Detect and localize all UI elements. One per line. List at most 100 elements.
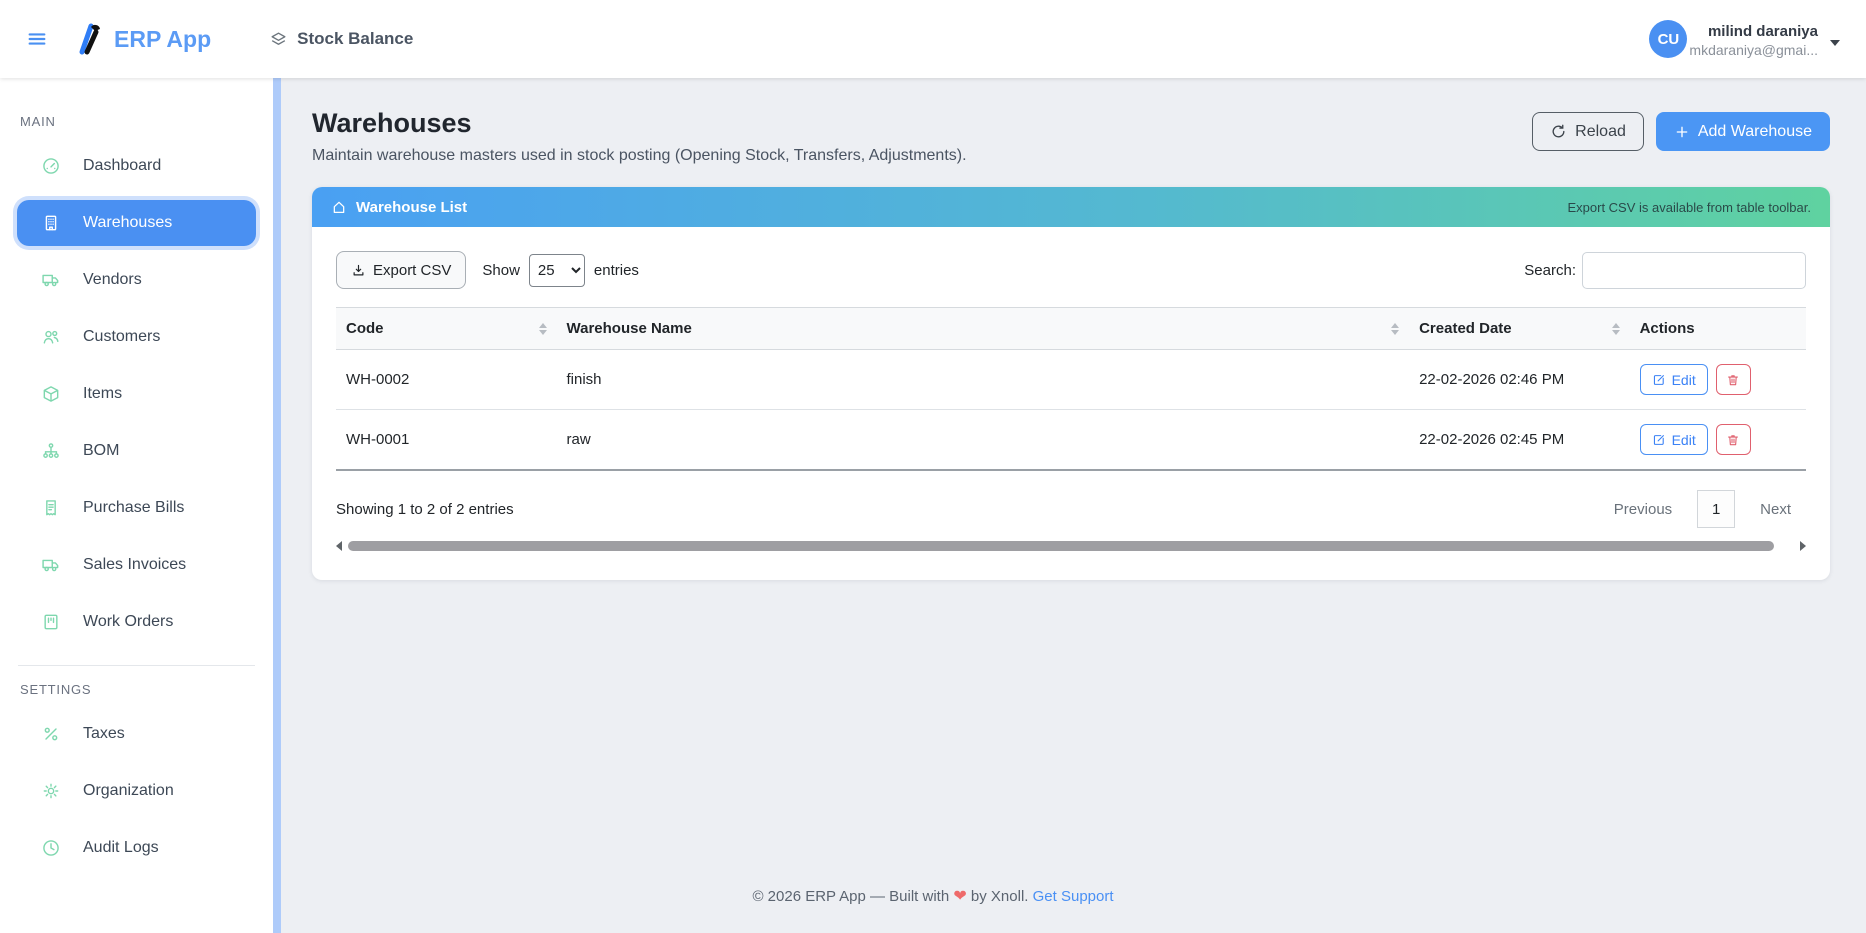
sidebar-item-label: Organization — [83, 782, 174, 800]
sidebar-item-items[interactable]: Items — [17, 371, 256, 417]
main-content: Warehouses Maintain warehouse masters us… — [281, 78, 1866, 933]
column-header-code[interactable]: Code — [336, 308, 557, 350]
sidebar-item-label: Purchase Bills — [83, 499, 184, 517]
user-info: milind daraniya mkdaraniya@gmai... — [1689, 23, 1818, 59]
delete-button[interactable] — [1716, 364, 1751, 395]
cell-created-date: 22-02-2026 02:45 PM — [1409, 410, 1630, 471]
table-header-row: Code Warehouse Name Created Date — [336, 308, 1806, 350]
sidebar-item-sales-invoices[interactable]: Sales Invoices — [17, 542, 256, 588]
edit-button[interactable]: Edit — [1640, 424, 1708, 455]
cell-warehouse-name: raw — [557, 410, 1410, 471]
reload-label: Reload — [1575, 123, 1626, 141]
home-icon — [331, 199, 347, 215]
page-footer: © 2026 ERP App — Built with ❤ by Xnoll. … — [0, 886, 1866, 906]
entries-label: entries — [594, 262, 639, 279]
export-csv-button[interactable]: Export CSV — [336, 251, 466, 289]
sidebar-item-vendors[interactable]: Vendors — [17, 257, 256, 303]
previous-page-button[interactable]: Previous — [1599, 492, 1687, 527]
sidebar-item-audit-logs[interactable]: Audit Logs — [17, 825, 256, 871]
app-name: ERP App — [114, 26, 211, 53]
user-menu[interactable]: CU milind daraniya mkdaraniya@gmai... — [1649, 19, 1840, 59]
sidebar-item-label: Dashboard — [83, 157, 161, 175]
card-title: Warehouse List — [331, 199, 467, 216]
sidebar-item-label: Audit Logs — [83, 839, 159, 857]
page-title-block: Warehouses Maintain warehouse masters us… — [312, 108, 967, 165]
export-csv-label: Export CSV — [373, 262, 451, 279]
kanban-icon — [41, 612, 61, 632]
add-warehouse-button[interactable]: Add Warehouse — [1656, 112, 1830, 151]
cell-code: WH-0002 — [336, 350, 557, 410]
trash-icon — [1726, 373, 1740, 387]
cell-warehouse-name: finish — [557, 350, 1410, 410]
scroll-left-arrow[interactable] — [336, 541, 342, 551]
sidebar-scrollbar[interactable] — [273, 78, 281, 933]
get-support-link[interactable]: Get Support — [1033, 888, 1114, 905]
sidebar-item-label: Items — [83, 385, 122, 403]
hamburger-icon — [26, 28, 48, 50]
sidebar-item-customers[interactable]: Customers — [17, 314, 256, 360]
building-icon — [41, 213, 61, 233]
table-toolbar: Export CSV Show 25 entries Search: — [336, 251, 1806, 289]
cell-code: WH-0001 — [336, 410, 557, 471]
sidebar-section-settings: SETTINGS — [20, 682, 273, 697]
search-input[interactable] — [1582, 252, 1806, 289]
card-header-note: Export CSV is available from table toolb… — [1567, 200, 1811, 215]
trash-icon — [1726, 433, 1740, 447]
column-header-actions: Actions — [1630, 308, 1806, 350]
download-icon — [351, 263, 366, 278]
edit-button[interactable]: Edit — [1640, 364, 1708, 395]
card-title-label: Warehouse List — [356, 199, 467, 216]
page-size-select[interactable]: 25 — [529, 254, 585, 287]
sidebar-item-warehouses[interactable]: Warehouses — [17, 200, 256, 246]
sidebar-item-work-orders[interactable]: Work Orders — [17, 599, 256, 645]
sidebar-divider — [18, 665, 255, 666]
add-warehouse-label: Add Warehouse — [1698, 123, 1812, 141]
avatar: CU — [1649, 20, 1687, 58]
edit-label: Edit — [1672, 372, 1696, 388]
plus-icon — [1674, 124, 1690, 140]
next-page-button[interactable]: Next — [1745, 492, 1806, 527]
users-icon — [41, 327, 61, 347]
scrollbar-thumb[interactable] — [348, 541, 1774, 551]
show-label: Show — [482, 262, 520, 279]
breadcrumb: Stock Balance — [269, 29, 413, 49]
sitemap-icon — [41, 441, 61, 461]
cell-created-date: 22-02-2026 02:46 PM — [1409, 350, 1630, 410]
sidebar-item-taxes[interactable]: Taxes — [17, 711, 256, 757]
scrollbar-track[interactable] — [346, 541, 1796, 551]
gauge-icon — [41, 156, 61, 176]
delete-button[interactable] — [1716, 424, 1751, 455]
page-subtitle: Maintain warehouse masters used in stock… — [312, 147, 967, 165]
user-email: mkdaraniya@gmai... — [1689, 42, 1818, 60]
sidebar-section-main: MAIN — [20, 114, 273, 129]
column-header-warehouse-name[interactable]: Warehouse Name — [557, 308, 1410, 350]
sidebar-item-label: Vendors — [83, 271, 142, 289]
reload-button[interactable]: Reload — [1532, 112, 1644, 151]
sidebar-item-bom[interactable]: BOM — [17, 428, 256, 474]
page-length-control: Show 25 entries — [482, 254, 639, 287]
sidebar-item-dashboard[interactable]: Dashboard — [17, 143, 256, 189]
page-actions: Reload Add Warehouse — [1532, 112, 1830, 151]
horizontal-scrollbar — [336, 540, 1806, 552]
sidebar-item-purchase-bills[interactable]: Purchase Bills — [17, 485, 256, 531]
byline-text: by Xnoll. — [971, 888, 1029, 905]
percent-icon — [41, 724, 61, 744]
column-header-created-date[interactable]: Created Date — [1409, 308, 1630, 350]
page-title: Warehouses — [312, 108, 967, 139]
scroll-right-arrow[interactable] — [1800, 541, 1806, 551]
app-logo[interactable]: ERP App — [74, 21, 211, 57]
top-navbar: ERP App Stock Balance CU milind daraniya… — [0, 0, 1866, 78]
pencil-square-icon — [1652, 373, 1666, 387]
sidebar-item-label: Taxes — [83, 725, 125, 743]
pagination: Previous 1 Next — [1599, 490, 1806, 528]
page-number-button[interactable]: 1 — [1697, 490, 1735, 528]
table-row: WH-0002 finish 22-02-2026 02:46 PM E — [336, 350, 1806, 410]
refresh-icon — [1550, 123, 1567, 140]
sidebar-item-label: Sales Invoices — [83, 556, 186, 574]
card-body: Export CSV Show 25 entries Search: — [312, 227, 1830, 580]
erp-app-window: ERP App Stock Balance CU milind daraniya… — [0, 0, 1866, 933]
sidebar-item-organization[interactable]: Organization — [17, 768, 256, 814]
warehouse-list-card: Warehouse List Export CSV is available f… — [312, 187, 1830, 580]
menu-toggle-button[interactable] — [26, 28, 48, 50]
card-header: Warehouse List Export CSV is available f… — [312, 187, 1830, 227]
